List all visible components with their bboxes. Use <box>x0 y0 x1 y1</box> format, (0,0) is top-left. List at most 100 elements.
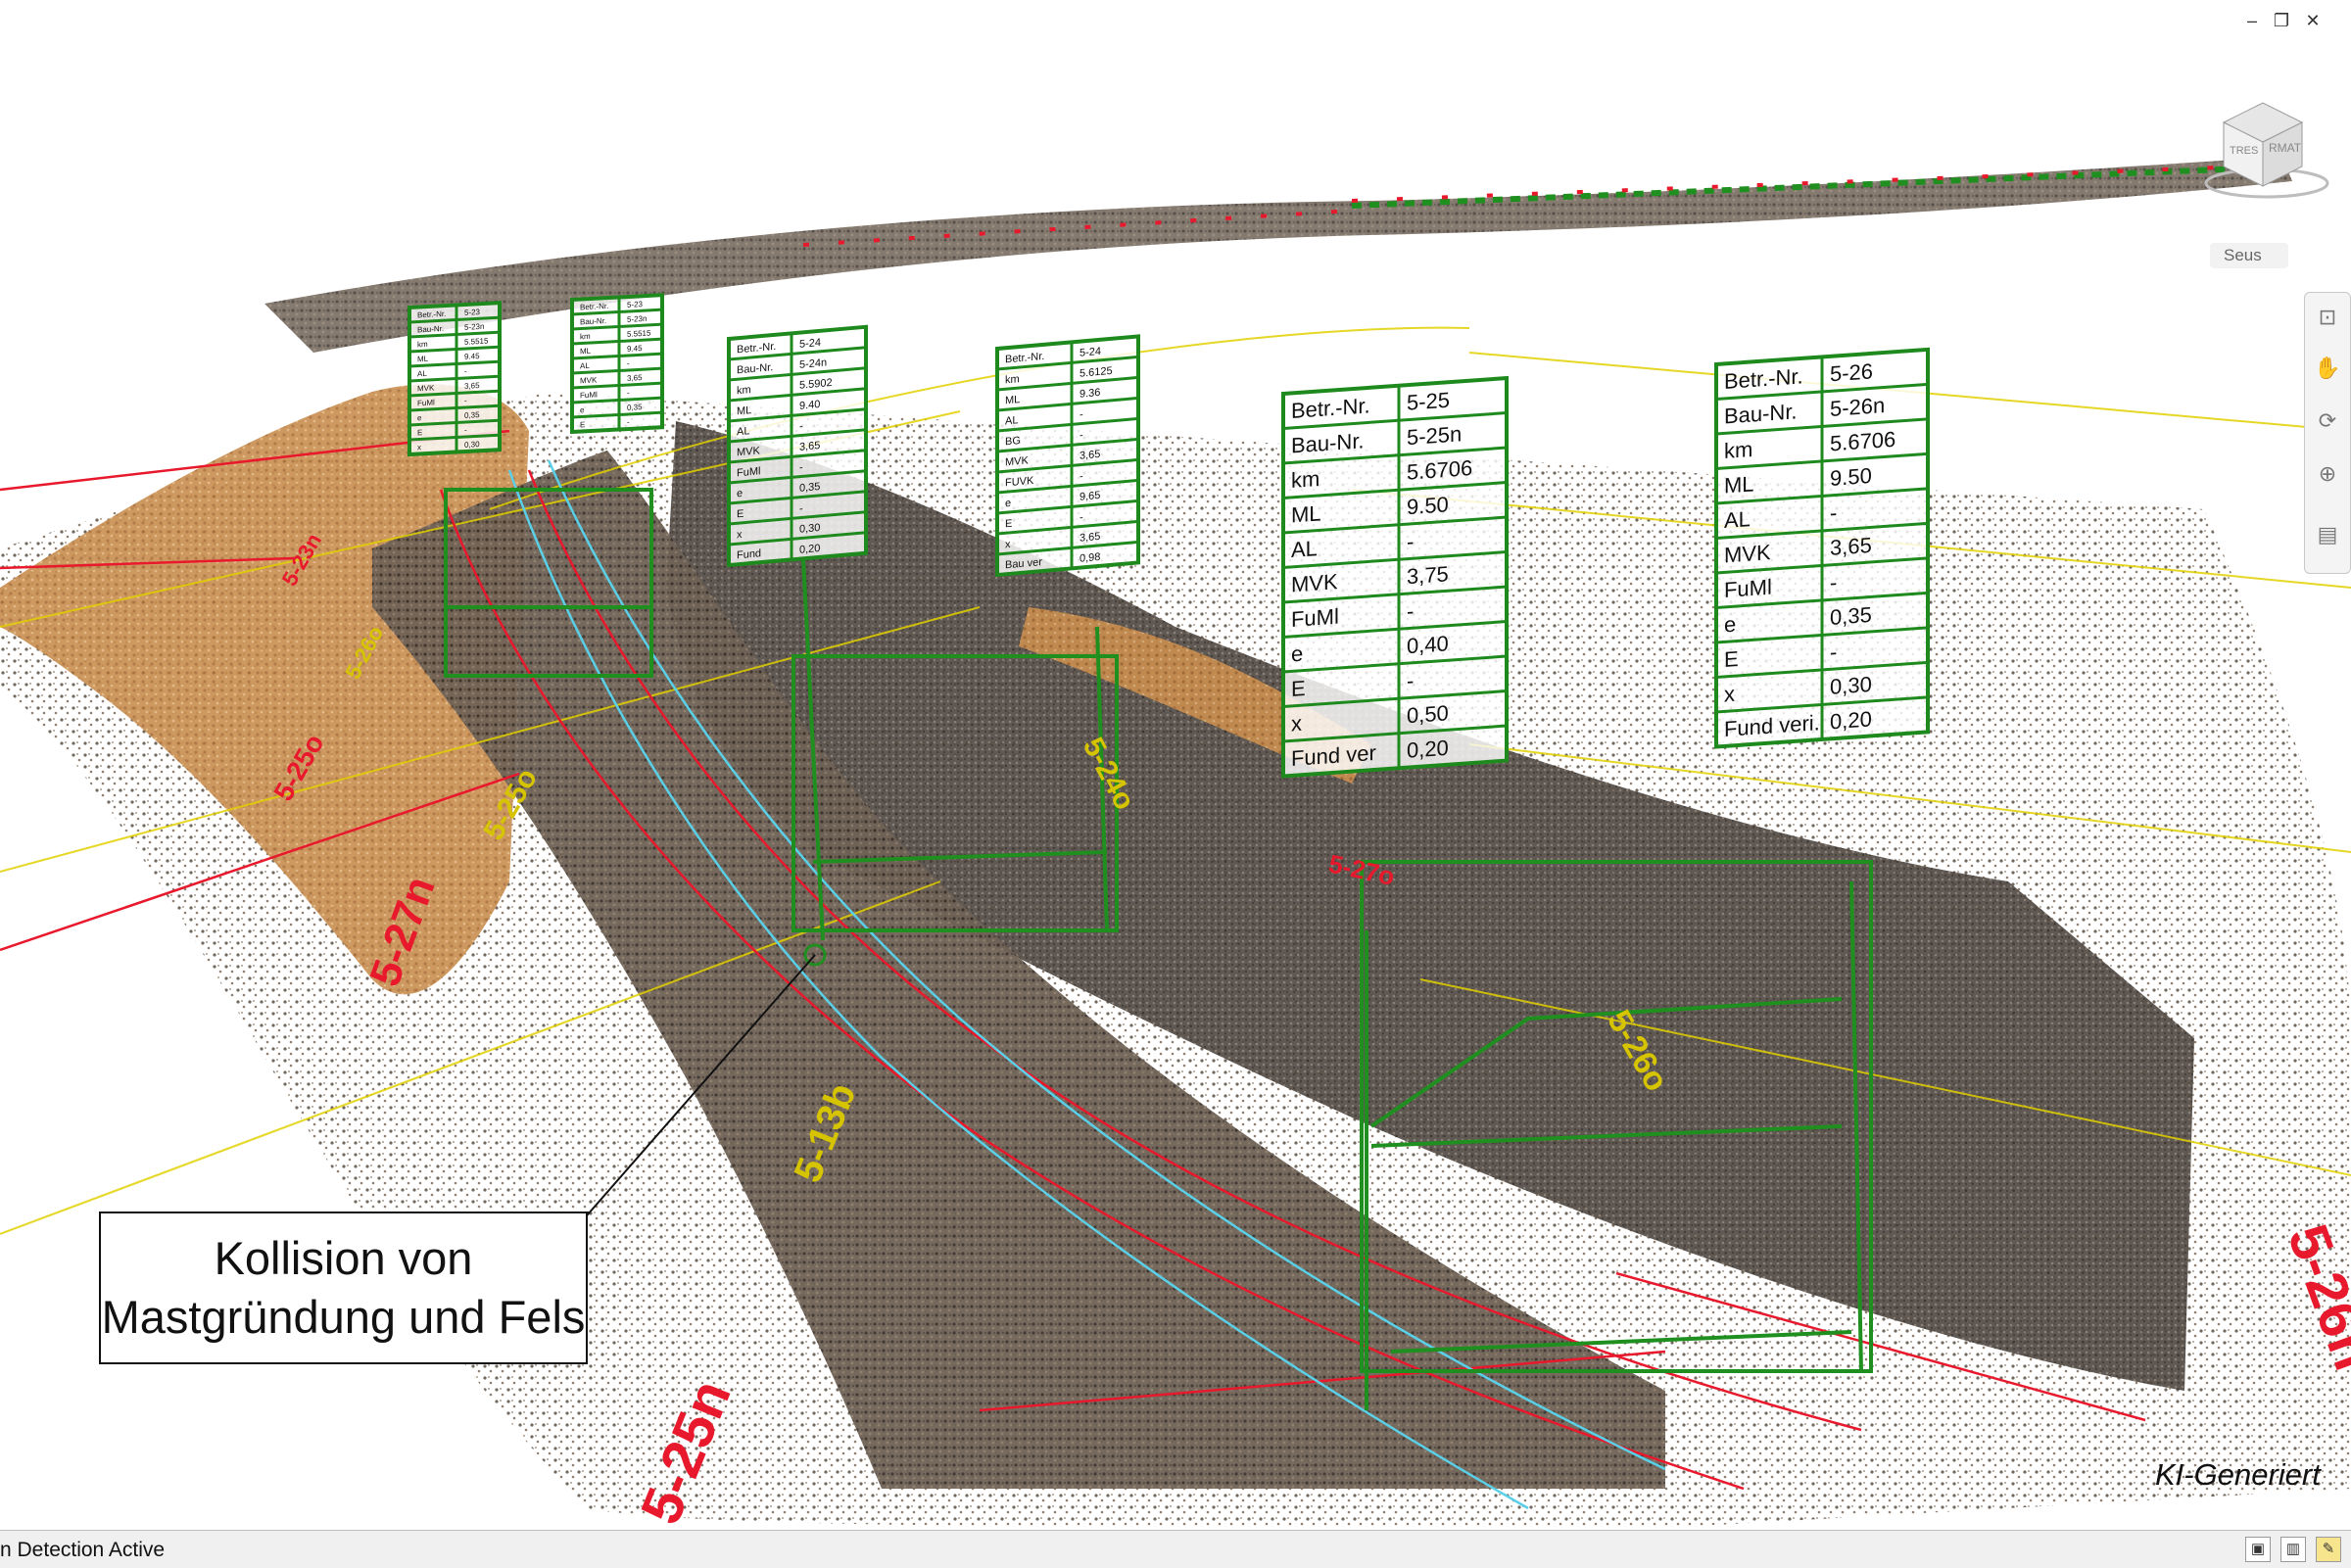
table-key: FuMl <box>1291 604 1339 632</box>
table-value: - <box>799 461 803 473</box>
restore-button[interactable]: ❐ <box>2271 10 2292 31</box>
table-value: - <box>1080 511 1083 523</box>
table-key: e <box>417 413 422 422</box>
table-key: E <box>1291 676 1306 701</box>
table-key: FuMl <box>737 465 760 479</box>
table-key: km <box>1724 437 1752 463</box>
navigation-bar[interactable]: ⊡ ✋ ⟳ ⊕ ▤ <box>2304 292 2351 574</box>
table-value: 5-25n <box>1407 421 1462 450</box>
table-value: 5-26 <box>1830 358 1873 386</box>
table-value: - <box>1830 570 1837 594</box>
viewcube[interactable]: TRES RMAT <box>2194 93 2331 211</box>
viewcube-left-face[interactable]: TRES <box>2230 145 2258 157</box>
table-value: 9,65 <box>1080 490 1100 503</box>
3d-viewport[interactable]: Betr.-Nr. 5-25 Bau-Nr. 5-25n km 5.6706 ML 9.50 A… <box>0 0 2351 1530</box>
pan-icon[interactable]: ✋ <box>2313 354 2342 383</box>
table-key: Fund <box>737 547 761 561</box>
callout-line-1: Kollision von <box>214 1232 473 1284</box>
table-value: 0,35 <box>627 403 643 412</box>
notification-icon[interactable]: ✎ <box>2316 1537 2341 1562</box>
layout-icon[interactable]: ▣ <box>2245 1537 2271 1562</box>
table-value: - <box>1407 598 1414 623</box>
table-key: AL <box>1724 506 1751 533</box>
table-value: 0,20 <box>1407 736 1449 763</box>
steering-wheel-icon[interactable]: ⊡ <box>2313 303 2342 332</box>
table-value: 3,65 <box>464 381 480 391</box>
table-key: BG <box>1005 435 1021 448</box>
table-value: 0,20 <box>799 543 820 556</box>
table-value: - <box>1407 668 1414 692</box>
table-key: ML <box>1005 394 1020 406</box>
table-key: x <box>417 443 421 451</box>
table-value: 9.45 <box>627 344 643 354</box>
table-value: 5.6706 <box>1407 455 1472 485</box>
table-value: 5.5515 <box>464 337 489 347</box>
far-table-3: Betr.-Nr. 5-24km5.6125ML 9.36AL -BG -MVK 3,65… <box>995 334 1140 578</box>
far-table-0: Betr.-Nr. 5-23 Bau-Nr. 5-23n km 5.5515 ML 9.45 A… <box>408 301 502 457</box>
table-key: MVK <box>737 445 760 458</box>
table-value: - <box>1080 408 1083 420</box>
table-key: x <box>1724 682 1735 707</box>
table-key: MVK <box>1724 540 1771 567</box>
table-key: e <box>1005 498 1011 510</box>
table-value: - <box>1830 640 1837 664</box>
table-key: e <box>737 488 743 500</box>
table-key: E <box>737 508 744 521</box>
table-value: 5-26n <box>1830 393 1885 421</box>
close-button[interactable]: ✕ <box>2302 10 2324 31</box>
orbit-icon[interactable]: ⟳ <box>2313 406 2342 436</box>
far-table-1: Betr.-Nr. 5-23 Bau-Nr. 5-23n km 5.5515 ML 9.45 A… <box>570 293 664 435</box>
zoom-icon[interactable]: ⊕ <box>2313 459 2342 489</box>
table-key: km <box>1005 373 1020 386</box>
table-key: MVK <box>1005 454 1029 468</box>
table-key: AL <box>580 361 590 371</box>
table-value: 0,35 <box>1830 602 1872 630</box>
table-value: - <box>627 359 630 368</box>
table-value: 0,40 <box>1407 631 1449 658</box>
table-key: Bau-Nr. <box>1724 399 1798 428</box>
table-value: - <box>464 426 467 435</box>
table-value: - <box>1080 470 1083 482</box>
table-key: e <box>1291 641 1303 667</box>
table-value: 0,50 <box>1407 700 1449 728</box>
table-key: AL <box>417 369 427 379</box>
table-value: - <box>1407 529 1414 553</box>
table-value: 0,30 <box>799 522 820 536</box>
table-key: MVK <box>1291 569 1338 596</box>
table-value: - <box>627 418 630 427</box>
panel-icon[interactable]: ▥ <box>2280 1537 2306 1562</box>
table-key: Bau-Nr. <box>580 316 606 326</box>
table-value: 5-23 <box>464 308 481 317</box>
table-value: 3,65 <box>627 373 643 383</box>
viewcube-right-face[interactable]: RMAT <box>2269 141 2302 155</box>
collision-callout: Kollision von Mastgründung und Fels <box>99 1212 588 1364</box>
table-key: x <box>737 529 743 542</box>
ai-generated-label: KI-Generiert <box>2155 1457 2321 1492</box>
table-value: 5-25 <box>1407 388 1450 415</box>
table-value: 5-23 <box>627 300 644 309</box>
table-value: 9.45 <box>464 352 480 361</box>
table-key: Bau-Nr. <box>1291 428 1365 457</box>
table-key: E <box>1005 518 1012 531</box>
table-value: 5-24 <box>799 337 821 351</box>
view-name-label[interactable]: Seus <box>2210 243 2288 268</box>
table-key: Betr.-Nr. <box>580 302 608 312</box>
table-value: 0,30 <box>1830 672 1872 699</box>
table-value: 5.6706 <box>1830 427 1895 456</box>
table-key: AL <box>1291 536 1318 562</box>
table-value: 3,65 <box>1830 533 1872 560</box>
table-key: ML <box>1291 500 1321 527</box>
status-text: n Detection Active <box>0 1539 166 1561</box>
show-motion-icon[interactable]: ▤ <box>2313 520 2342 549</box>
table-value: 3,65 <box>1080 449 1100 462</box>
table-key: e <box>1724 612 1736 638</box>
minimize-button[interactable]: ‒ <box>2241 10 2263 31</box>
table-value: 0,35 <box>464 410 480 420</box>
table-value: 3,65 <box>1080 531 1100 545</box>
table-value: - <box>799 502 803 514</box>
table-key: MVK <box>417 383 435 393</box>
table-value: 3,75 <box>1407 561 1449 589</box>
table-key: km <box>580 332 591 342</box>
table-key: FuMl <box>1724 575 1772 602</box>
table-key: ML <box>580 347 592 356</box>
